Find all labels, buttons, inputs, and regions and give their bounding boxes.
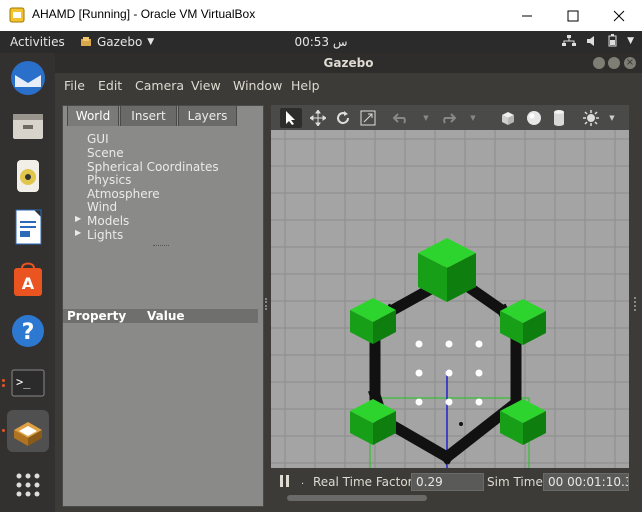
rhythmbox-icon[interactable] (7, 155, 49, 197)
maximize-icon[interactable] (550, 0, 596, 31)
redo-history-chevron-icon[interactable]: ▼ (462, 108, 484, 128)
show-applications-icon[interactable] (7, 464, 49, 506)
viewport-toolbar: ▼ ▼ ▼ (271, 105, 629, 131)
cube-upper-right[interactable] (500, 299, 546, 345)
window-title: AHAMD [Running] - Oracle VM VirtualBox (32, 7, 256, 21)
minimize-icon[interactable] (504, 0, 550, 31)
tree-item-scene[interactable]: Scene (87, 146, 124, 160)
svg-text:?: ? (22, 320, 35, 345)
gazebo-close-icon[interactable]: × (624, 57, 636, 69)
network-icon (562, 34, 577, 46)
real-time-factor-value: 0.29 (411, 473, 484, 491)
world-panel: World Insert Layers GUI Scene Spherical … (62, 105, 264, 507)
simulation-status-bar: . Real Time Factor: 0.29 Sim Time: 00 00… (271, 468, 629, 508)
menu-file[interactable]: File (64, 78, 85, 93)
ubuntu-top-bar: Activities Gazebo ▼ 00:53 س ▼ (0, 31, 642, 53)
undo-icon[interactable] (390, 108, 412, 128)
sim-time-value: 00 00:01:10.38 (543, 473, 629, 491)
tree-item-atmosphere[interactable]: Atmosphere (87, 187, 160, 201)
clock[interactable]: 00:53 س (0, 35, 642, 49)
sphere-shape-icon[interactable] (523, 108, 545, 128)
cylinder-shape-icon[interactable] (548, 108, 570, 128)
menu-view[interactable]: View (191, 78, 221, 93)
tree-item-physics[interactable]: Physics (87, 173, 131, 187)
contact-points (415, 340, 483, 406)
real-time-factor-label: Real Time Factor: (313, 475, 417, 489)
running-indicator (2, 384, 5, 387)
scale-mode-icon[interactable] (357, 108, 379, 128)
horizontal-scrollbar[interactable] (287, 495, 427, 501)
ubuntu-software-icon[interactable]: A (7, 258, 49, 300)
right-splitter[interactable] (629, 105, 642, 508)
tree-item-models[interactable]: Models (87, 214, 129, 228)
translate-mode-icon[interactable] (307, 108, 329, 128)
cube-lower-left[interactable] (350, 399, 396, 445)
libreoffice-writer-icon[interactable] (7, 206, 49, 248)
light-icon[interactable] (580, 108, 602, 128)
gazebo-minimize-icon[interactable] (593, 57, 605, 69)
help-icon[interactable]: ? (7, 310, 49, 352)
rotate-mode-icon[interactable] (332, 108, 354, 128)
running-indicator (2, 379, 5, 382)
virtualbox-title-bar: AHAMD [Running] - Oracle VM VirtualBox (0, 0, 642, 32)
light-chevron-icon[interactable]: ▼ (601, 108, 623, 128)
step-icon[interactable]: . (301, 476, 304, 487)
running-indicator (2, 429, 5, 432)
thunderbird-icon[interactable] (7, 57, 49, 99)
gazebo-window: Gazebo × File Edit Camera View Window He… (55, 53, 642, 512)
virtualbox-app-icon (9, 7, 25, 23)
volume-icon (587, 35, 595, 46)
svg-text:A: A (22, 274, 35, 293)
tab-world[interactable]: World (67, 105, 119, 126)
tree-item-gui[interactable]: GUI (87, 132, 109, 146)
sim-time-label: Sim Time: (487, 475, 547, 489)
property-header-row: Property Value (63, 309, 258, 323)
gazebo-menu-bar: File Edit Camera View Window Help (55, 73, 642, 97)
menu-help[interactable]: Help (291, 78, 320, 93)
tree-item-wind[interactable]: Wind (87, 200, 117, 214)
origin-marker (459, 422, 463, 426)
3d-viewport[interactable] (271, 130, 629, 468)
battery-icon (608, 34, 617, 47)
tree-item-spherical-coordinates[interactable]: Spherical Coordinates (87, 160, 219, 174)
close-icon[interactable] (596, 0, 642, 31)
box-shape-icon[interactable] (497, 108, 519, 128)
redo-icon[interactable] (437, 108, 459, 128)
menu-edit[interactable]: Edit (98, 78, 122, 93)
pause-icon[interactable] (279, 474, 291, 491)
tab-layers[interactable]: Layers (178, 105, 237, 126)
expand-arrow-icon[interactable]: ▶ (75, 228, 81, 237)
chevron-down-icon: ▼ (627, 35, 634, 46)
tree-item-lights[interactable]: Lights (87, 228, 123, 242)
gazebo-title-bar: Gazebo × (55, 53, 642, 73)
scene-render[interactable] (271, 130, 629, 468)
menu-camera[interactable]: Camera (135, 78, 184, 93)
terminal-icon[interactable]: >_ (7, 362, 49, 404)
undo-history-chevron-icon[interactable]: ▼ (415, 108, 437, 128)
expand-arrow-icon[interactable]: ▶ (75, 214, 81, 223)
select-mode-icon[interactable] (280, 108, 302, 128)
value-column-header: Value (147, 309, 185, 323)
panel-splitter[interactable] (265, 298, 269, 310)
svg-text:>_: >_ (16, 375, 31, 389)
tab-insert[interactable]: Insert (120, 105, 177, 126)
splitter-handle[interactable] (153, 245, 169, 247)
files-icon[interactable] (7, 105, 49, 147)
gazebo-dock-icon[interactable] (7, 410, 49, 452)
menu-window[interactable]: Window (233, 78, 282, 93)
ubuntu-dock: A ? >_ (0, 53, 55, 512)
system-tray[interactable]: ▼ (562, 34, 634, 47)
gazebo-title: Gazebo (323, 56, 374, 70)
property-column-header: Property (67, 309, 127, 323)
gazebo-maximize-icon[interactable] (608, 57, 620, 69)
